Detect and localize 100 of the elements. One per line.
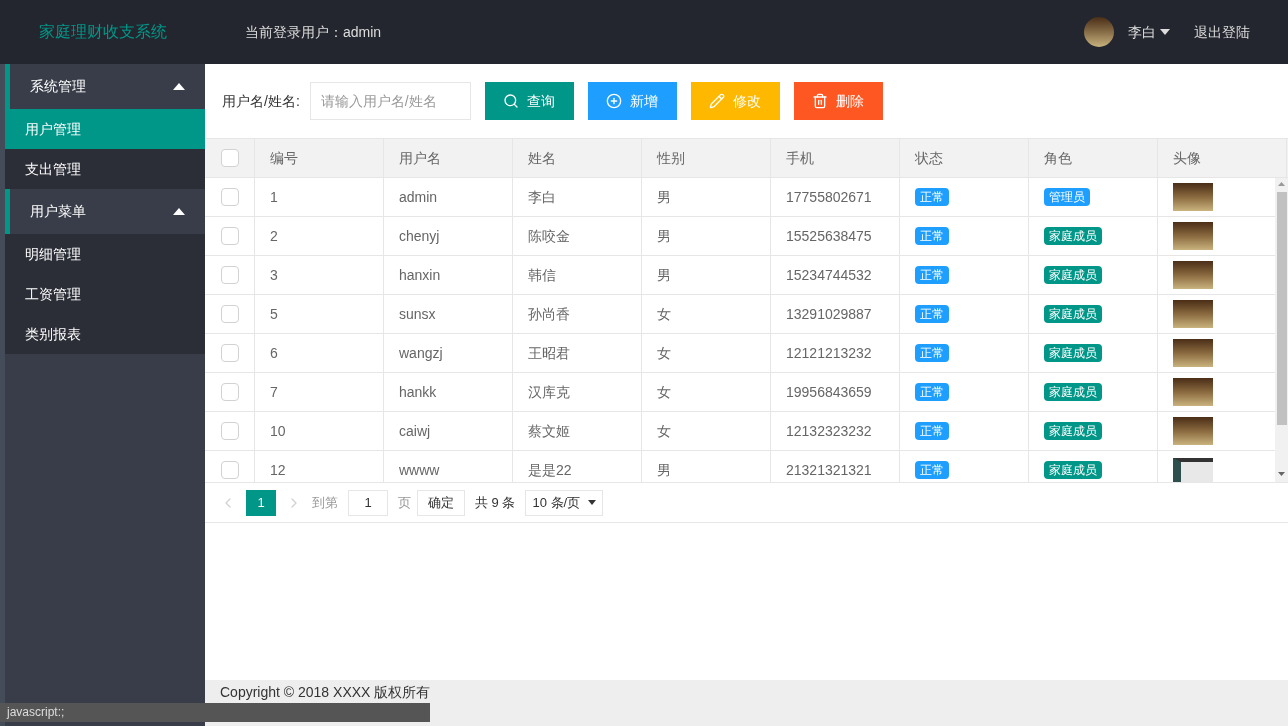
current-user-text: 当前登录用户：admin: [245, 22, 382, 42]
table-cell-text: 12121213232: [786, 343, 872, 363]
table-cell-text: 2: [270, 226, 278, 246]
total-count: 共 9 条: [475, 493, 516, 512]
table-cell-text: 15234744532: [786, 265, 872, 285]
column-header: 姓名: [528, 148, 556, 168]
avatar-photo: [1173, 300, 1213, 328]
table-cell-text: 12132323232: [786, 421, 872, 441]
column-header: 性别: [657, 148, 685, 168]
avatar-photo: [1173, 222, 1213, 250]
table-cell-text: 7: [270, 382, 278, 402]
checkbox[interactable]: [220, 305, 239, 323]
table-cell-text: 是是22: [528, 460, 572, 480]
table-cell-text: 12: [270, 460, 286, 480]
role-tag: 家庭成员: [1044, 461, 1102, 479]
column-header: 手机: [786, 148, 814, 168]
menu-item[interactable]: 明细管理: [5, 234, 205, 274]
status-tag: 正常: [915, 266, 949, 284]
caret-icon: [1160, 29, 1170, 35]
table-cell-text: 女: [657, 421, 671, 441]
table-cell-text: 女: [657, 343, 671, 363]
scroll-down-icon: [1278, 472, 1285, 476]
table-cell-text: 韩信: [528, 265, 556, 285]
page-size-select[interactable]: 10 条/页: [525, 489, 604, 516]
user-menu[interactable]: 李白: [1128, 21, 1170, 43]
checkbox[interactable]: [220, 383, 239, 401]
table-cell-text: hankk: [399, 382, 437, 402]
app-title: 家庭理财收支系统: [37, 22, 168, 42]
caret-icon: [588, 500, 597, 505]
table-cell-text: admin: [399, 187, 438, 207]
checkbox[interactable]: [220, 461, 239, 479]
role-tag: 家庭成员: [1044, 383, 1102, 401]
status-tag: 正常: [915, 383, 949, 401]
role-tag: 家庭成员: [1044, 227, 1102, 245]
table-cell-text: 1: [270, 187, 278, 207]
search-field[interactable]: 请输入用户名/姓名: [309, 82, 471, 120]
menu-item[interactable]: 用户管理: [5, 109, 205, 149]
checkbox[interactable]: [220, 188, 239, 206]
table-cell-text: chenyj: [399, 226, 440, 246]
menu-item[interactable]: 支出管理: [5, 149, 205, 189]
table-cell-text: 21321321321: [786, 460, 872, 480]
avatar-photo: [1173, 339, 1213, 367]
menu-item[interactable]: 工资管理: [5, 274, 205, 314]
checkbox[interactable]: [220, 149, 239, 167]
confirm-button[interactable]: 确定: [417, 489, 465, 516]
logout-link[interactable]: 退出登陆: [1194, 21, 1250, 43]
checkbox[interactable]: [220, 344, 239, 362]
table-cell-text: caiwj: [399, 421, 431, 441]
table-cell-text: 男: [657, 226, 671, 246]
avatar-photo: [1173, 378, 1213, 406]
status-bar-tooltip: javascript:;: [0, 703, 430, 722]
caret-up-icon: [173, 208, 185, 215]
column-header: 状态: [915, 148, 943, 168]
avatar-photo: [1173, 183, 1213, 211]
search-button[interactable]: 查询: [484, 82, 574, 120]
table-cell-text: 王昭君: [528, 343, 570, 363]
table-cell-text: 孙尚香: [528, 304, 570, 324]
table-cell-text: 6: [270, 343, 278, 363]
column-header: 用户名: [399, 148, 441, 168]
table-cell-text: 女: [657, 382, 671, 402]
status-tag: 正常: [915, 227, 949, 245]
column-header: 编号: [270, 148, 298, 168]
search-icon: [503, 93, 520, 109]
goto-label: 到第: [312, 493, 338, 512]
table-cell-text: wwww: [399, 460, 440, 480]
table-cell-text: 女: [657, 304, 671, 324]
copyright-text: Copyright © 2018 XXXX 版权所有: [220, 684, 431, 700]
status-tag: 正常: [915, 422, 949, 440]
avatar-photo: [1173, 261, 1213, 289]
table-cell-text: 男: [657, 187, 671, 207]
status-tag: 正常: [915, 305, 949, 323]
search-label: 用户名/姓名:: [222, 91, 300, 111]
trash-icon: [812, 93, 829, 109]
page-button[interactable]: 1: [246, 489, 276, 516]
table-cell-text: 5: [270, 304, 278, 324]
column-header: 头像: [1173, 148, 1201, 168]
table-cell-text: sunsx: [399, 304, 436, 324]
menu-item[interactable]: 类别报表: [5, 314, 205, 354]
checkbox[interactable]: [220, 227, 239, 245]
table-cell-text: 蔡文姬: [528, 421, 570, 441]
checkbox[interactable]: [220, 422, 239, 440]
page-number-field[interactable]: 1: [348, 489, 388, 516]
role-tag: 家庭成员: [1044, 422, 1102, 440]
pencil-icon: [709, 93, 726, 109]
table-cell-text: 李白: [528, 187, 556, 207]
table-cell-text: 13291029887: [786, 304, 872, 324]
table-cell-text: 3: [270, 265, 278, 285]
role-tag: 家庭成员: [1044, 344, 1102, 362]
scrollbar[interactable]: [1275, 178, 1288, 482]
avatar-photo: [1173, 417, 1213, 445]
page-unit-label: 页: [398, 493, 411, 512]
table-cell-text: 男: [657, 460, 671, 480]
table-cell-text: 男: [657, 265, 671, 285]
table-cell-text: hanxin: [399, 265, 441, 285]
table-cell-text: wangzj: [399, 343, 443, 363]
role-tag: 管理员: [1044, 188, 1090, 206]
avatar-photo: [1084, 17, 1114, 47]
table-cell-text: 10: [270, 421, 286, 441]
checkbox[interactable]: [220, 266, 239, 284]
status-tag: 正常: [915, 344, 949, 362]
